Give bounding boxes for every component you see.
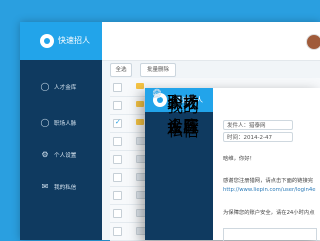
sidebar-item-network[interactable]: ◯ 职场人脉 (20, 118, 102, 130)
person-icon: ◯ (40, 82, 50, 91)
group-icon: ◯ (40, 118, 50, 127)
select-all-label: 全选 (115, 67, 127, 73)
select-all-button[interactable]: 全选 (110, 63, 132, 77)
mail-icon: ✉ (41, 182, 49, 191)
row-checkbox[interactable] (113, 173, 122, 182)
logo-icon (40, 34, 54, 48)
sidebar-item-label: 我的私信 (167, 97, 200, 140)
greeting-text: 晗维，你好！ (223, 156, 255, 162)
sidebar-item-label: 人才金库 (54, 85, 77, 91)
row-checkbox[interactable] (113, 191, 122, 200)
front-sidebar: 快速招人 ◯ 人才金库 ◯ 职场人脉 ⚙ 个人设置 ✉ 我的私信 (145, 88, 213, 240)
row-checkbox[interactable] (113, 137, 122, 146)
top-header (102, 22, 320, 61)
batch-delete-label: 批量删除 (146, 67, 169, 73)
mail-icon: ✉ (153, 92, 161, 101)
front-window: 快速招人 ◯ 人才金库 ◯ 职场人脉 ⚙ 个人设置 ✉ 我的私信 发件人：猎泰网… (145, 88, 320, 241)
batch-delete-button[interactable]: 批量删除 (140, 63, 176, 77)
sidebar-item-label: 个人设置 (54, 153, 77, 159)
activation-link[interactable]: http://www.liepin.com/user/login4e (223, 187, 315, 193)
sidebar-item-label: 职场人脉 (54, 121, 77, 127)
sidebar-item-settings[interactable]: ⚙ 个人设置 (20, 150, 102, 162)
row-checkbox[interactable] (113, 101, 122, 110)
sender-field: 发件人：猎泰网 (223, 120, 293, 130)
body-text: 为保障您的账户安全，请在24小时内点 (223, 210, 315, 216)
reply-box[interactable] (223, 228, 317, 241)
back-sidebar: 快速招人 ◯ 人才金库 ◯ 职场人脉 ⚙ 个人设置 ✉ 我的私信 (20, 22, 102, 240)
time-field: 时间：2014-2-47 (223, 132, 293, 142)
envelope-icon (136, 101, 144, 107)
brand-header[interactable]: 快速招人 (20, 22, 102, 60)
body-text: 感谢您注册猎网，请点击下面的链接完 (223, 178, 314, 184)
brand-title: 快速招人 (58, 36, 90, 45)
row-checkbox[interactable] (113, 155, 122, 164)
sidebar-item-talent-vault[interactable]: ◯ 人才金库 (20, 82, 102, 94)
row-checkbox[interactable] (113, 83, 122, 92)
toolbar: 全选 批量删除 (110, 63, 310, 77)
sidebar-item-label: 我的私信 (54, 185, 77, 191)
envelope-icon (136, 119, 144, 125)
sidebar-item-messages[interactable]: ✉ 我的私信 (20, 182, 102, 194)
row-checkbox[interactable] (113, 209, 122, 218)
message-detail: 发件人：猎泰网 时间：2014-2-47 晗维，你好！ 感谢您注册猎网，请点击下… (213, 88, 320, 241)
row-checkbox[interactable] (113, 118, 122, 128)
avatar[interactable] (306, 34, 320, 50)
row-checkbox[interactable] (113, 227, 122, 236)
gear-icon: ⚙ (41, 150, 49, 159)
envelope-icon (136, 83, 144, 89)
